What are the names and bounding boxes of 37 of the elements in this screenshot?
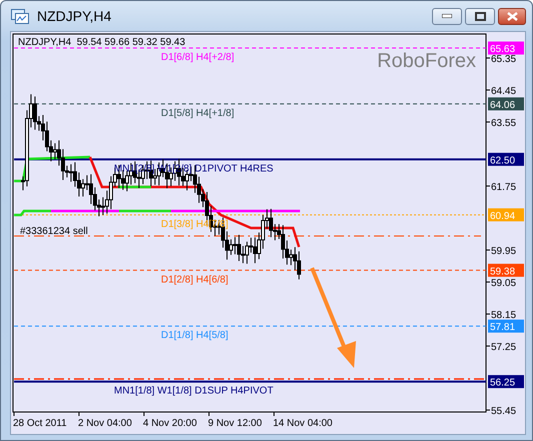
broker-name: RoboForex xyxy=(377,50,476,72)
price-tick: 57.25 xyxy=(491,342,516,354)
level-label: D1[6/8] H4[+2/8] xyxy=(161,52,234,64)
price-tick: 59.95 xyxy=(491,246,516,258)
price-badge: 56.25 xyxy=(488,375,524,389)
price-badge: 60.94 xyxy=(488,208,524,222)
price-tick: 64.45 xyxy=(491,86,516,97)
minimize-icon xyxy=(442,14,452,18)
chart-window-icon xyxy=(11,8,29,24)
price-badge: 65.63 xyxy=(488,42,524,56)
price-badge: 62.50 xyxy=(488,152,524,166)
maximize-button[interactable] xyxy=(465,8,495,24)
level-label: D1[5/8] H4[+1/8] xyxy=(161,108,234,119)
time-label: 14 Nov 04:00 xyxy=(273,418,332,429)
price-tick: 61.75 xyxy=(491,182,516,194)
time-label: 4 Nov 20:00 xyxy=(143,418,197,429)
price-tick: 58.15 xyxy=(491,310,516,322)
price-tick: 59.05 xyxy=(491,278,516,290)
order-label: #33361234 sell xyxy=(20,226,88,237)
level-label: D1[1/8] H4[5/8] xyxy=(161,330,228,342)
price-tick: 55.45 xyxy=(491,406,516,418)
time-label: 2 Nov 04:00 xyxy=(78,418,132,429)
chart-header: NZDJPY,H4 59.54 59.66 59.32 59.43 xyxy=(18,37,186,48)
price-tick: 63.55 xyxy=(491,118,516,129)
level-label: D1[2/8] H4[6/8] xyxy=(161,274,228,286)
price-tick: 65.35 xyxy=(491,54,516,65)
restore-icon xyxy=(474,12,486,20)
close-button[interactable] xyxy=(498,8,526,24)
time-label: 28 Oct 2011 xyxy=(13,418,67,429)
price-badge: 64.06 xyxy=(488,97,524,111)
price-badge: 57.81 xyxy=(488,320,524,334)
minimize-button[interactable] xyxy=(432,8,462,24)
time-label: 9 Nov 12:00 xyxy=(208,418,262,429)
window-title: NZDJPY,H4 xyxy=(37,8,112,24)
level-label: MN1[1/8] W1[1/8] D1SUP H4PIVOT xyxy=(114,386,274,397)
close-icon xyxy=(506,12,518,20)
price-badge: 59.38 xyxy=(488,264,524,278)
